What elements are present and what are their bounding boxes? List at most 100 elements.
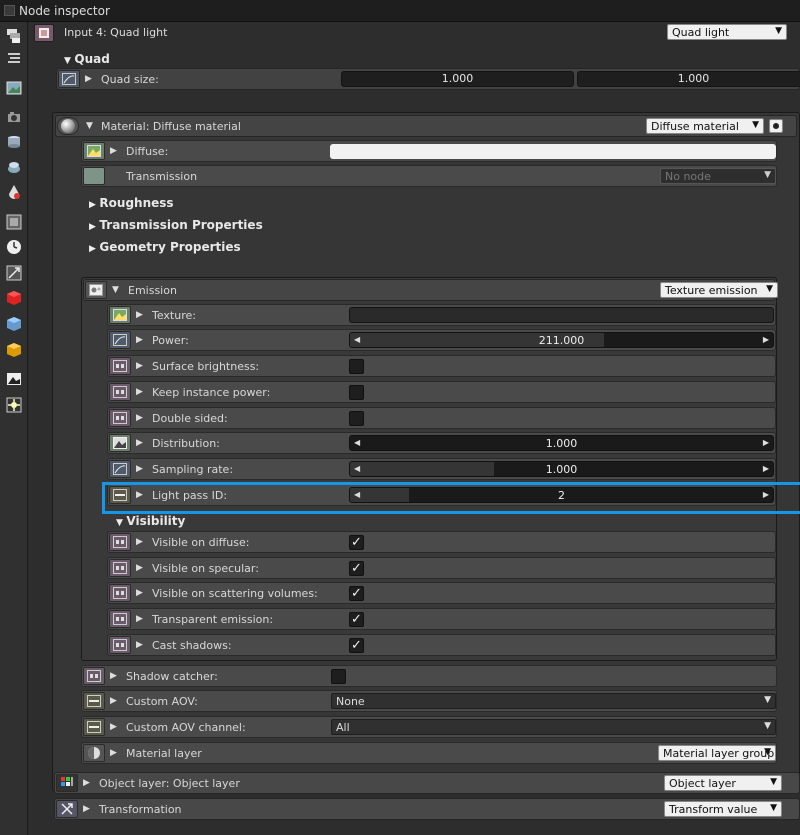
material-preview-button[interactable]	[769, 119, 783, 133]
expand-arrow-icon[interactable]: ▶	[136, 387, 143, 397]
sampling-rate-slider[interactable]: ◀ 1.000 ▶	[349, 461, 774, 477]
increment-arrow-icon[interactable]: ▶	[763, 464, 769, 473]
object-layer-icon	[56, 774, 78, 792]
emission-header: ▼ Emission Texture emission ▼	[83, 279, 778, 301]
cylinder-geometry-icon[interactable]	[6, 134, 22, 150]
expand-arrow-icon[interactable]: ▶	[136, 413, 143, 423]
visible-on-diffuse-row: ▶ Visible on diffuse: ✓	[107, 531, 776, 553]
stack-icon[interactable]	[6, 28, 22, 44]
diffuse-color-swatch[interactable]	[330, 144, 776, 159]
expand-arrow-icon[interactable]: ▶	[136, 614, 143, 624]
emission-type-dropdown[interactable]: Texture emission ▼	[660, 282, 778, 298]
bool-param-icon	[109, 610, 131, 628]
expand-arrow-icon[interactable]: ▶	[136, 563, 143, 573]
texture-icon[interactable]	[6, 214, 22, 230]
texture-input[interactable]	[349, 307, 774, 323]
bool-param-icon	[109, 533, 131, 551]
increment-arrow-icon[interactable]: ▶	[763, 335, 769, 344]
rgb-color-icon	[83, 142, 105, 160]
power-row: ▶ Power: ◀ 211.000 ▶	[107, 329, 776, 351]
float-param-icon	[109, 331, 131, 349]
material-layer-row: ▶ Material layer Material layer group ▼	[81, 742, 777, 764]
expand-arrow-icon[interactable]: ▶	[110, 748, 117, 758]
emission-box: ▼ Emission Texture emission ▼ ▶ Texture:…	[81, 277, 778, 661]
bool-param-icon	[109, 559, 131, 577]
window-icon	[4, 5, 15, 16]
transmission-properties-toggle[interactable]: ▶ Transmission Properties	[89, 218, 263, 232]
double-sided-checkbox[interactable]	[349, 411, 364, 426]
quad-size-y-input[interactable]: 1.000	[577, 71, 800, 87]
expand-arrow-icon[interactable]: ▶	[136, 335, 143, 345]
transmission-node-dropdown[interactable]: No node ▼	[660, 168, 776, 184]
blue-cube-icon[interactable]	[6, 316, 22, 332]
image-icon[interactable]	[6, 80, 22, 96]
red-cube-icon[interactable]	[6, 290, 22, 306]
expand-arrow-icon[interactable]: ▶	[83, 778, 90, 788]
expand-arrow-icon[interactable]: ▶	[136, 438, 143, 448]
image-output-icon[interactable]	[6, 371, 22, 387]
visible-on-specular-checkbox[interactable]: ✓	[349, 561, 364, 576]
custom-aov-dropdown[interactable]: None ▼	[331, 693, 776, 709]
expand-arrow-icon[interactable]: ▶	[136, 310, 143, 320]
material-drop-icon[interactable]	[6, 184, 22, 200]
transparent-emission-checkbox[interactable]: ✓	[349, 612, 364, 627]
cast-shadows-checkbox[interactable]: ✓	[349, 638, 364, 653]
chevron-down-icon: ▼	[764, 747, 771, 757]
visible-on-scattering-volumes-checkbox[interactable]: ✓	[349, 586, 364, 601]
distribution-slider[interactable]: ◀ 1.000 ▶	[349, 435, 774, 451]
expand-arrow-icon[interactable]: ▶	[110, 696, 117, 706]
visibility-section-toggle[interactable]: ▼ Visibility	[116, 514, 185, 528]
bool-param-icon	[109, 357, 131, 375]
material-type-dropdown[interactable]: Diffuse material ▼	[646, 118, 764, 134]
triangle-down-icon: ▼	[64, 56, 71, 66]
expand-arrow-icon[interactable]: ▶	[136, 640, 143, 650]
quad-size-row: ▶ Quad size: 1.000 1.000	[56, 68, 800, 90]
chevron-down-icon: ▼	[764, 721, 771, 731]
roughness-section-toggle[interactable]: ▶ Roughness	[89, 196, 174, 210]
material-layer-dropdown[interactable]: Material layer group ▼	[658, 745, 776, 761]
keep-instance-power-checkbox[interactable]	[349, 385, 364, 400]
triangle-down-icon: ▼	[116, 518, 123, 528]
shadow-catcher-checkbox[interactable]	[331, 669, 346, 684]
expand-arrow-icon[interactable]: ▶	[136, 588, 143, 598]
collapse-arrow-icon[interactable]: ▼	[86, 121, 93, 131]
geometry-properties-toggle[interactable]: ▶ Geometry Properties	[89, 240, 241, 254]
surface-brightness-checkbox[interactable]	[349, 359, 364, 374]
list-icon[interactable]	[6, 50, 22, 66]
expand-arrow-icon[interactable]: ▶	[110, 671, 117, 681]
emitter-star-icon[interactable]	[6, 397, 22, 413]
material-layer-icon	[83, 744, 105, 762]
distribution-param-icon	[109, 434, 131, 452]
chevron-down-icon: ▼	[770, 777, 777, 787]
transmission-row: Transmission No node ▼	[81, 165, 777, 187]
chevron-down-icon: ▼	[764, 170, 771, 180]
transformation-dropdown[interactable]: Transform value ▼	[664, 801, 782, 817]
expand-arrow-icon[interactable]: ▶	[136, 537, 143, 547]
collapse-arrow-icon[interactable]: ▼	[112, 285, 119, 295]
expand-arrow-icon[interactable]: ▶	[136, 361, 143, 371]
emission-node-icon	[85, 281, 107, 299]
transform-icon[interactable]	[6, 265, 22, 281]
expand-arrow-icon[interactable]: ▶	[85, 74, 92, 84]
clock-icon[interactable]	[6, 239, 22, 255]
quad-size-x-input[interactable]: 1.000	[341, 71, 574, 87]
camera-icon[interactable]	[6, 109, 22, 125]
object-layer-dropdown[interactable]: Object layer ▼	[664, 775, 782, 791]
custom-aov-channel-dropdown[interactable]: All ▼	[331, 719, 776, 735]
orange-cube-icon[interactable]	[6, 342, 22, 358]
quad-section-toggle[interactable]: ▼ Quad	[64, 52, 110, 66]
expand-arrow-icon[interactable]: ▶	[83, 804, 90, 814]
quad-light-icon	[39, 28, 49, 38]
expand-arrow-icon[interactable]: ▶	[110, 146, 117, 156]
mesh-icon[interactable]	[6, 159, 22, 175]
transform-node-icon	[56, 800, 78, 818]
expand-arrow-icon[interactable]: ▶	[136, 464, 143, 474]
bool-param-icon	[109, 409, 131, 427]
expand-arrow-icon[interactable]: ▶	[110, 722, 117, 732]
visible-on-diffuse-checkbox[interactable]: ✓	[349, 535, 364, 550]
node-type-dropdown[interactable]: Quad light ▼	[667, 24, 787, 40]
window-titlebar: Node inspector	[0, 0, 800, 22]
power-slider[interactable]: ◀ 211.000 ▶	[349, 332, 774, 348]
increment-arrow-icon[interactable]: ▶	[763, 438, 769, 447]
keep-instance-power-row: ▶ Keep instance power:	[107, 381, 776, 403]
